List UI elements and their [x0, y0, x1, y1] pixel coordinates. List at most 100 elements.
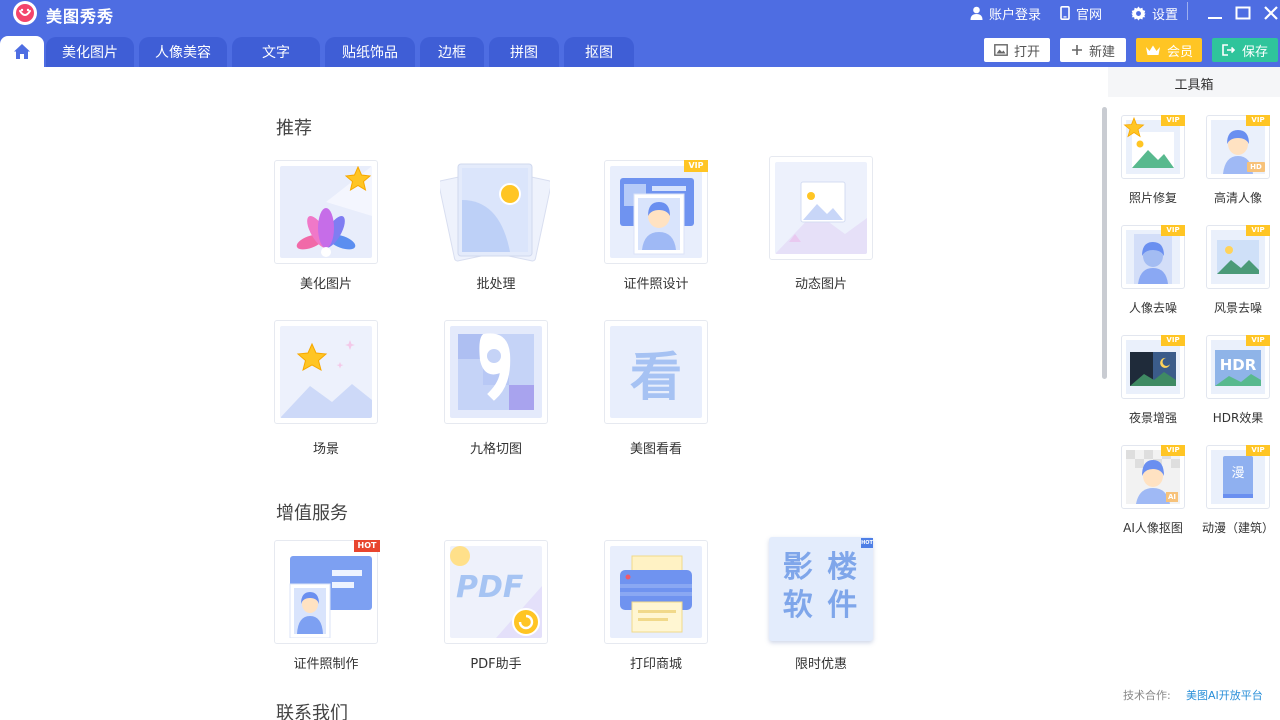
print-mall-card[interactable]	[604, 540, 708, 644]
promo-text: 影 楼 软 件	[769, 549, 873, 625]
pdf-text: PDF	[456, 570, 524, 605]
tool-ai-cutout-label: AI人像抠图	[1123, 521, 1183, 535]
meitu-viewer-card[interactable]: 看	[604, 320, 708, 424]
tool-photo-repair-label: 照片修复	[1128, 191, 1177, 205]
maximize-button[interactable]	[1233, 3, 1253, 23]
tab-stickers[interactable]: 贴纸饰品	[325, 37, 415, 67]
scene-card[interactable]	[274, 320, 378, 424]
animated-photo-icon	[775, 181, 867, 254]
night-enhance-icon	[1130, 352, 1176, 386]
vip-badge: VIP	[1161, 445, 1185, 456]
official-site-link[interactable]: 官网	[1060, 4, 1102, 23]
meitu-logo-icon	[13, 1, 37, 25]
animated-image-card[interactable]	[769, 156, 873, 260]
vip-button[interactable]: 会员	[1136, 38, 1202, 62]
main-scrollbar[interactable]	[1102, 107, 1107, 379]
tab-portrait[interactable]: 人像美容	[139, 37, 227, 67]
vip-label: 会员	[1166, 44, 1193, 60]
portrait-denoise-icon	[1134, 234, 1172, 284]
tab-home[interactable]	[0, 36, 44, 67]
crown-icon	[1145, 45, 1160, 55]
id-photo-make-label: 证件照制作	[293, 657, 359, 672]
meitu-viewer-label: 美图看看	[629, 442, 682, 457]
tab-text[interactable]: 文字	[232, 37, 320, 67]
tool-hd-portrait[interactable]: HD VIP	[1206, 115, 1270, 179]
gear-icon	[1131, 5, 1146, 21]
image-open-icon	[994, 44, 1008, 56]
tool-hdr-effect-label: HDR效果	[1212, 411, 1264, 425]
ai-tag: AI	[1166, 492, 1178, 502]
vip-badge: VIP	[1161, 225, 1185, 236]
tech-partner-label: 技术合作:	[1123, 689, 1171, 702]
tool-hdr-effect[interactable]: HDR VIP	[1206, 335, 1270, 399]
save-button[interactable]: 保存	[1212, 38, 1278, 62]
minimize-icon	[1208, 17, 1222, 19]
nine-grid-icon	[458, 333, 534, 410]
tool-night-enhance-label: 夜景增强	[1128, 411, 1177, 425]
pdf-helper-card[interactable]: PDF	[444, 540, 548, 644]
new-button[interactable]: 新建	[1060, 38, 1126, 62]
tool-scenery-denoise[interactable]: VIP	[1206, 225, 1270, 289]
open-label: 打开	[1013, 44, 1040, 60]
close-icon	[1264, 6, 1278, 20]
viewer-glyph: 看	[629, 347, 682, 408]
lotus-photo-icon	[296, 166, 372, 257]
hdr-text: HDR	[1219, 356, 1257, 374]
close-button[interactable]	[1261, 3, 1280, 23]
scenery-denoise-icon	[1217, 240, 1259, 274]
maximize-icon	[1235, 6, 1251, 20]
tab-beautify[interactable]: 美化图片	[46, 37, 134, 67]
vip-badge: VIP	[684, 160, 708, 172]
manga-glyph: 漫	[1231, 466, 1245, 481]
tool-ai-cutout[interactable]: AI VIP	[1121, 445, 1185, 509]
tab-border[interactable]: 边框	[420, 37, 484, 67]
save-label: 保存	[1241, 44, 1268, 60]
toolbox-title: 工具箱	[1174, 78, 1214, 93]
settings-link[interactable]: 设置	[1131, 4, 1178, 23]
vip-badge: VIP	[1246, 335, 1270, 346]
scene-label: 场景	[312, 442, 339, 457]
tool-portrait-denoise[interactable]: VIP	[1121, 225, 1185, 289]
vip-badge: VIP	[1246, 115, 1270, 126]
user-icon	[970, 6, 983, 20]
vip-badge: VIP	[1246, 445, 1270, 456]
promo-line-2: 软 件	[782, 588, 860, 623]
id-photo-design-label: 证件照设计	[623, 277, 689, 292]
minimize-button[interactable]	[1205, 3, 1225, 23]
printer-icon	[620, 555, 692, 633]
animated-image-label: 动态图片	[794, 277, 847, 292]
recommend-section-title: 推荐	[276, 118, 312, 139]
account-login-link[interactable]: 账户登录	[970, 4, 1042, 23]
phone-icon	[1060, 6, 1070, 20]
tool-anime-building-label: 动漫（建筑）	[1201, 521, 1274, 535]
hot-mini-badge: HOT	[861, 538, 873, 548]
beautify-photo-label: 美化图片	[299, 277, 352, 292]
vip-badge: VIP	[1246, 225, 1270, 236]
tool-anime-building[interactable]: 漫 VIP	[1206, 445, 1270, 509]
batch-photos-icon	[440, 163, 550, 262]
hd-tag: HD	[1247, 162, 1265, 172]
account-login-label: 账户登录	[989, 7, 1042, 23]
vip-badge: VIP	[1161, 335, 1185, 346]
beautify-photo-card[interactable]	[274, 160, 378, 264]
home-icon	[14, 44, 30, 59]
tab-collage[interactable]: 拼图	[489, 37, 559, 67]
tab-cutout[interactable]: 抠图	[564, 37, 634, 67]
id-photo-design-card[interactable]: VIP	[604, 160, 708, 264]
tool-night-enhance[interactable]: VIP	[1121, 335, 1185, 399]
limited-offer-card[interactable]: 影 楼 软 件 HOT	[769, 537, 873, 641]
id-photo-make-card[interactable]: HOT	[274, 540, 380, 644]
print-mall-label: 打印商城	[629, 657, 682, 672]
promo-line-1: 影 楼	[782, 550, 860, 585]
pdf-helper-label: PDF助手	[470, 657, 522, 672]
id-photo-make-icon	[289, 556, 372, 638]
tool-photo-repair[interactable]: VIP	[1121, 115, 1185, 179]
open-button[interactable]: 打开	[984, 38, 1050, 62]
plus-icon	[1071, 45, 1082, 55]
nine-grid-card[interactable]	[444, 320, 548, 424]
app-title: 美图秀秀	[46, 7, 115, 26]
title-separator	[1187, 2, 1188, 20]
batch-process-card[interactable]	[440, 160, 550, 264]
meitu-ai-platform-link[interactable]: 美图AI开放平台	[1186, 687, 1263, 703]
contact-section-title: 联系我们	[276, 703, 348, 720]
